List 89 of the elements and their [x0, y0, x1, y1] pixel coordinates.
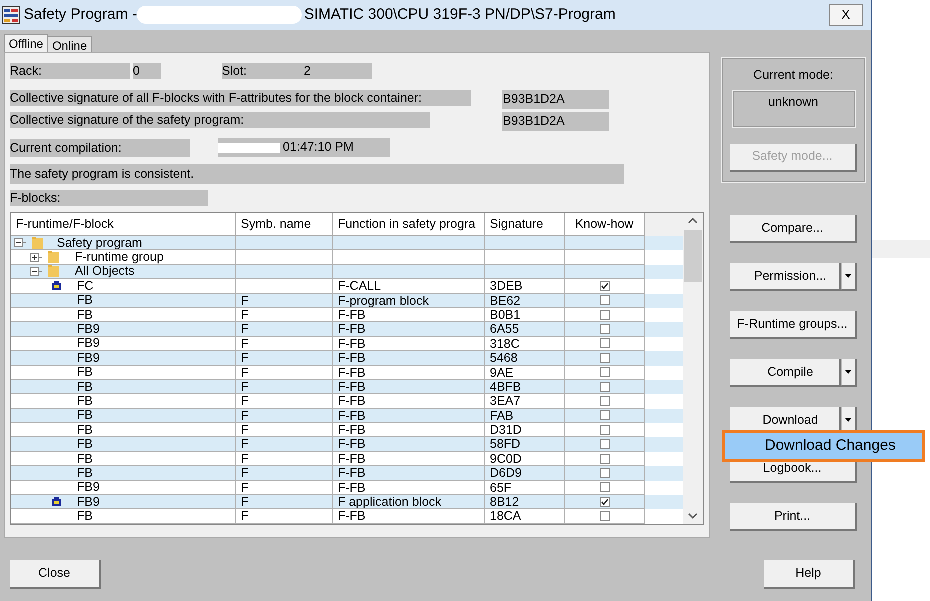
tree-item[interactable]: FB	[77, 423, 93, 436]
scroll-up-icon[interactable]	[688, 217, 698, 225]
column-header[interactable]: Signature	[485, 213, 565, 236]
scroll-thumb[interactable]	[684, 230, 702, 282]
tree-item[interactable]: FB	[77, 437, 93, 451]
action-button[interactable]: Print...	[730, 503, 857, 531]
tree-item[interactable]: FB	[77, 294, 93, 307]
action-button[interactable]: Compile	[730, 359, 841, 387]
action-button[interactable]: Permission...	[730, 263, 841, 291]
checkbox[interactable]	[600, 295, 610, 306]
field-value: B93B1D2A	[502, 90, 609, 109]
field-value: 0	[133, 63, 161, 79]
field-label: Collective signature of the safety program:	[10, 112, 430, 128]
field-value: 01:47:10 PM	[283, 139, 354, 156]
field-label: F-blocks:	[10, 190, 208, 206]
checkbox[interactable]	[600, 382, 610, 392]
checkbox[interactable]	[600, 310, 610, 320]
close-button[interactable]: X	[829, 4, 863, 26]
checkbox[interactable]	[600, 511, 610, 522]
tree-item[interactable]: FB9	[77, 336, 100, 350]
mode-display: unknown	[732, 90, 856, 128]
column-header[interactable]: Know-how	[565, 213, 645, 236]
field-label: Rack:	[10, 63, 130, 79]
checkbox[interactable]	[600, 468, 610, 478]
expand-icon[interactable]	[30, 252, 39, 262]
tree-item[interactable]: F-runtime group	[75, 250, 164, 264]
checkbox[interactable]	[600, 439, 610, 450]
checkbox[interactable]	[600, 410, 610, 420]
group-label: Current mode:	[754, 67, 834, 84]
field-label: Slot:	[222, 63, 290, 79]
folder-icon	[48, 251, 59, 264]
tree-item[interactable]: FB	[77, 466, 93, 480]
tree-item[interactable]: FB9	[77, 495, 100, 508]
tree-item[interactable]: FB	[77, 509, 93, 523]
caret-icon	[845, 274, 852, 278]
checkbox[interactable]	[600, 324, 610, 334]
tab[interactable]: Online	[48, 36, 92, 52]
field-label: Current compilation:	[10, 138, 190, 156]
tree-item[interactable]: FB9	[77, 351, 100, 364]
checkbox[interactable]	[600, 482, 610, 492]
column-header[interactable]: Function in safety progra	[333, 213, 485, 236]
tree-item[interactable]: FB9	[77, 480, 100, 494]
table-cell: 18CA	[485, 509, 565, 524]
checkbox[interactable]	[600, 280, 610, 291]
field-value: 2	[290, 63, 372, 79]
tree-item[interactable]: FB	[77, 452, 93, 466]
checkbox[interactable]	[600, 396, 610, 406]
scroll-down-icon[interactable]	[688, 512, 698, 520]
field-value: B93B1D2A	[502, 112, 609, 131]
help-button[interactable]: Help	[764, 560, 855, 589]
folder-icon	[32, 236, 43, 249]
column-header[interactable]: F-runtime/F-block	[11, 213, 236, 236]
window-title: Safety Program -	[24, 4, 138, 25]
app-icon	[2, 6, 20, 24]
dropdown-button[interactable]	[841, 263, 857, 291]
background-strip	[872, 240, 930, 258]
collapse-icon[interactable]	[14, 238, 23, 248]
action-button[interactable]: F-Runtime groups...	[730, 311, 857, 339]
collapse-icon[interactable]	[30, 266, 39, 276]
redaction-mark	[218, 142, 280, 152]
dropdown-button[interactable]	[841, 359, 857, 387]
checkbox[interactable]	[600, 338, 610, 348]
checkbox[interactable]	[600, 352, 610, 363]
tree-item[interactable]: FB	[77, 366, 93, 379]
action-button[interactable]: Compare...	[730, 215, 857, 243]
tree-item[interactable]: Safety program	[57, 236, 142, 250]
tree-item[interactable]: FB	[77, 408, 93, 422]
tree-item[interactable]: FB9	[77, 322, 100, 336]
field-label: Collective signature of all F-blocks with F-attributes for the block container:	[10, 90, 471, 106]
close-button[interactable]: Close	[10, 560, 101, 589]
caret-icon	[845, 370, 852, 374]
table-cell: F-FB	[333, 509, 485, 524]
folder-icon	[48, 265, 59, 278]
checkbox[interactable]	[600, 367, 610, 378]
column-header[interactable]: Symb. name	[236, 213, 333, 236]
tree-item[interactable]: FB	[77, 308, 93, 322]
caret-icon	[845, 418, 852, 422]
checkbox[interactable]	[600, 496, 610, 507]
tree-item[interactable]: FB	[77, 394, 93, 408]
tree-item[interactable]: FC	[77, 279, 94, 293]
table-cell: F	[236, 509, 333, 524]
status-message: The safety program is consistent.	[10, 164, 624, 184]
checkbox[interactable]	[600, 424, 610, 435]
tree-item[interactable]: FB	[77, 380, 93, 394]
tab[interactable]: Offline	[4, 34, 48, 52]
checkbox[interactable]	[600, 454, 610, 464]
menu-item[interactable]: Download Changes	[725, 433, 922, 459]
window-title: SIMATIC 300\CPU 319F-3 PN/DP\S7-Program	[304, 4, 616, 25]
tree-item[interactable]: All Objects	[75, 264, 135, 278]
